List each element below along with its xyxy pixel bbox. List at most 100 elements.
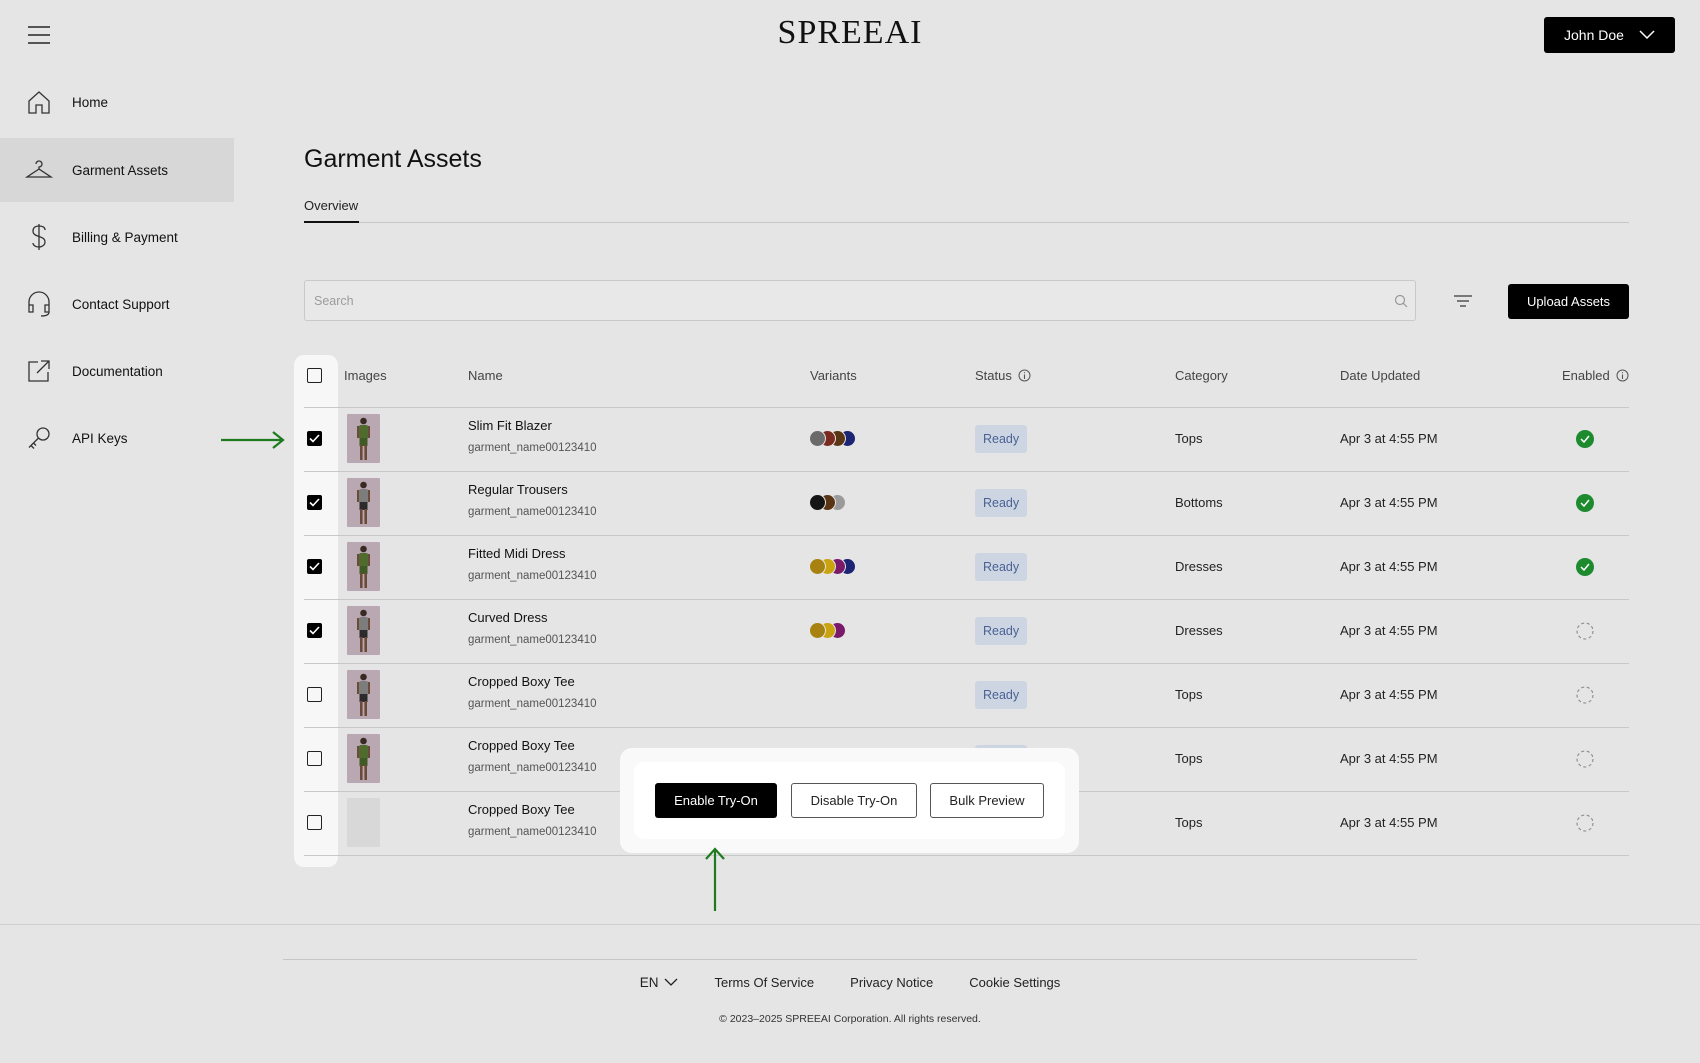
row-divider [304,727,1629,728]
garment-thumbnail[interactable] [347,670,380,719]
key-icon [24,423,54,453]
footer-divider [0,924,1700,925]
language-selector[interactable]: EN [640,975,679,990]
upload-assets-button[interactable]: Upload Assets [1508,284,1629,319]
variant-swatch[interactable] [810,623,825,638]
cookie-settings-link[interactable]: Cookie Settings [969,975,1060,990]
enabled-check-icon[interactable] [1576,494,1594,512]
external-link-icon [24,356,54,386]
disable-try-on-button[interactable]: Disable Try-On [791,783,917,818]
garment-name[interactable]: Regular Trousers [468,482,568,497]
garment-id: garment_name00123410 [468,506,597,518]
variant-swatch[interactable] [810,559,825,574]
garment-name[interactable]: Fitted Midi Dress [468,546,566,561]
bulk-preview-button[interactable]: Bulk Preview [930,783,1044,818]
row-checkbox[interactable] [307,815,322,830]
category-cell: Tops [1175,687,1203,702]
row-divider [304,855,1629,856]
garment-name[interactable]: Cropped Boxy Tee [468,802,575,817]
category-cell: Tops [1175,431,1203,446]
garment-id: garment_name00123410 [468,826,597,838]
row-checkbox[interactable] [307,687,322,702]
enabled-disabled-icon[interactable] [1576,686,1594,704]
sidebar-item-home[interactable]: Home [0,70,234,134]
garment-name[interactable]: Cropped Boxy Tee [468,738,575,753]
variant-swatches[interactable] [810,559,855,575]
date-updated-cell: Apr 3 at 4:55 PM [1340,815,1438,830]
variant-swatches[interactable] [810,495,845,511]
category-cell: Tops [1175,815,1203,830]
garment-name[interactable]: Curved Dress [468,610,547,625]
garment-name[interactable]: Slim Fit Blazer [468,418,552,433]
date-updated-cell: Apr 3 at 4:55 PM [1340,623,1438,638]
dollar-icon [24,222,54,252]
select-all-checkbox[interactable] [307,368,322,383]
variant-swatch[interactable] [810,495,825,510]
row-checkbox[interactable] [307,559,322,574]
enabled-disabled-icon[interactable] [1576,814,1594,832]
tabs-divider [304,222,1629,223]
garment-thumbnail[interactable] [347,798,380,847]
row-checkbox[interactable] [307,431,322,446]
variant-swatch[interactable] [810,431,825,446]
enable-try-on-button[interactable]: Enable Try-On [655,783,777,818]
date-updated-cell: Apr 3 at 4:55 PM [1340,495,1438,510]
user-menu-button[interactable]: John Doe [1544,17,1675,53]
enabled-check-icon[interactable] [1576,558,1594,576]
garment-id: garment_name00123410 [468,698,597,710]
sidebar-item-label: API Keys [72,430,128,446]
check-icon [309,626,320,635]
garment-name[interactable]: Cropped Boxy Tee [468,674,575,689]
row-checkbox[interactable] [307,623,322,638]
header-enabled[interactable]: Enabled [1562,368,1629,383]
filter-icon[interactable] [1452,292,1474,310]
enabled-disabled-icon[interactable] [1576,622,1594,640]
header-name[interactable]: Name [468,368,503,383]
header-category[interactable]: Category [1175,368,1228,383]
terms-of-service-link[interactable]: Terms Of Service [714,975,814,990]
garment-id: garment_name00123410 [468,634,597,646]
privacy-notice-link[interactable]: Privacy Notice [850,975,933,990]
tab-overview[interactable]: Overview [304,198,358,213]
date-updated-cell: Apr 3 at 4:55 PM [1340,687,1438,702]
info-icon[interactable] [1616,369,1629,382]
enabled-disabled-icon[interactable] [1576,750,1594,768]
sidebar-item-garment-assets[interactable]: Garment Assets [0,138,234,202]
sidebar-item-documentation[interactable]: Documentation [0,339,234,403]
row-checkbox[interactable] [307,495,322,510]
chevron-down-icon [665,978,678,986]
status-badge: Ready [975,489,1028,517]
info-icon[interactable] [1018,369,1031,382]
row-divider [304,663,1629,664]
row-divider [304,599,1629,600]
sidebar-item-billing[interactable]: Billing & Payment [0,205,234,269]
page-title: Garment Assets [304,145,482,173]
search-bar [304,280,1416,321]
status-badge: Ready [975,617,1028,645]
home-icon [24,87,54,117]
sidebar-item-label: Documentation [72,363,163,379]
variant-swatches[interactable] [810,431,855,447]
garment-thumbnail[interactable] [347,542,380,591]
chevron-down-icon [1639,30,1655,40]
header-images: Images [344,368,387,383]
garment-thumbnail[interactable] [347,478,380,527]
date-updated-cell: Apr 3 at 4:55 PM [1340,431,1438,446]
row-checkbox[interactable] [307,751,322,766]
category-cell: Dresses [1175,623,1223,638]
search-icon[interactable] [1394,294,1408,308]
sidebar-item-contact-support[interactable]: Contact Support [0,272,234,336]
header-date-updated[interactable]: Date Updated [1340,368,1420,383]
search-input[interactable] [312,292,1394,309]
garment-thumbnail[interactable] [347,734,380,783]
garment-thumbnail[interactable] [347,414,380,463]
user-name: John Doe [1564,27,1624,43]
check-icon [309,498,320,507]
header-status[interactable]: Status [975,368,1031,383]
sidebar-item-label: Home [72,94,109,110]
garment-thumbnail[interactable] [347,606,380,655]
enabled-check-icon[interactable] [1576,430,1594,448]
row-divider [304,535,1629,536]
variant-swatches[interactable] [810,623,845,639]
sidebar-item-api-keys[interactable]: API Keys [0,406,234,470]
